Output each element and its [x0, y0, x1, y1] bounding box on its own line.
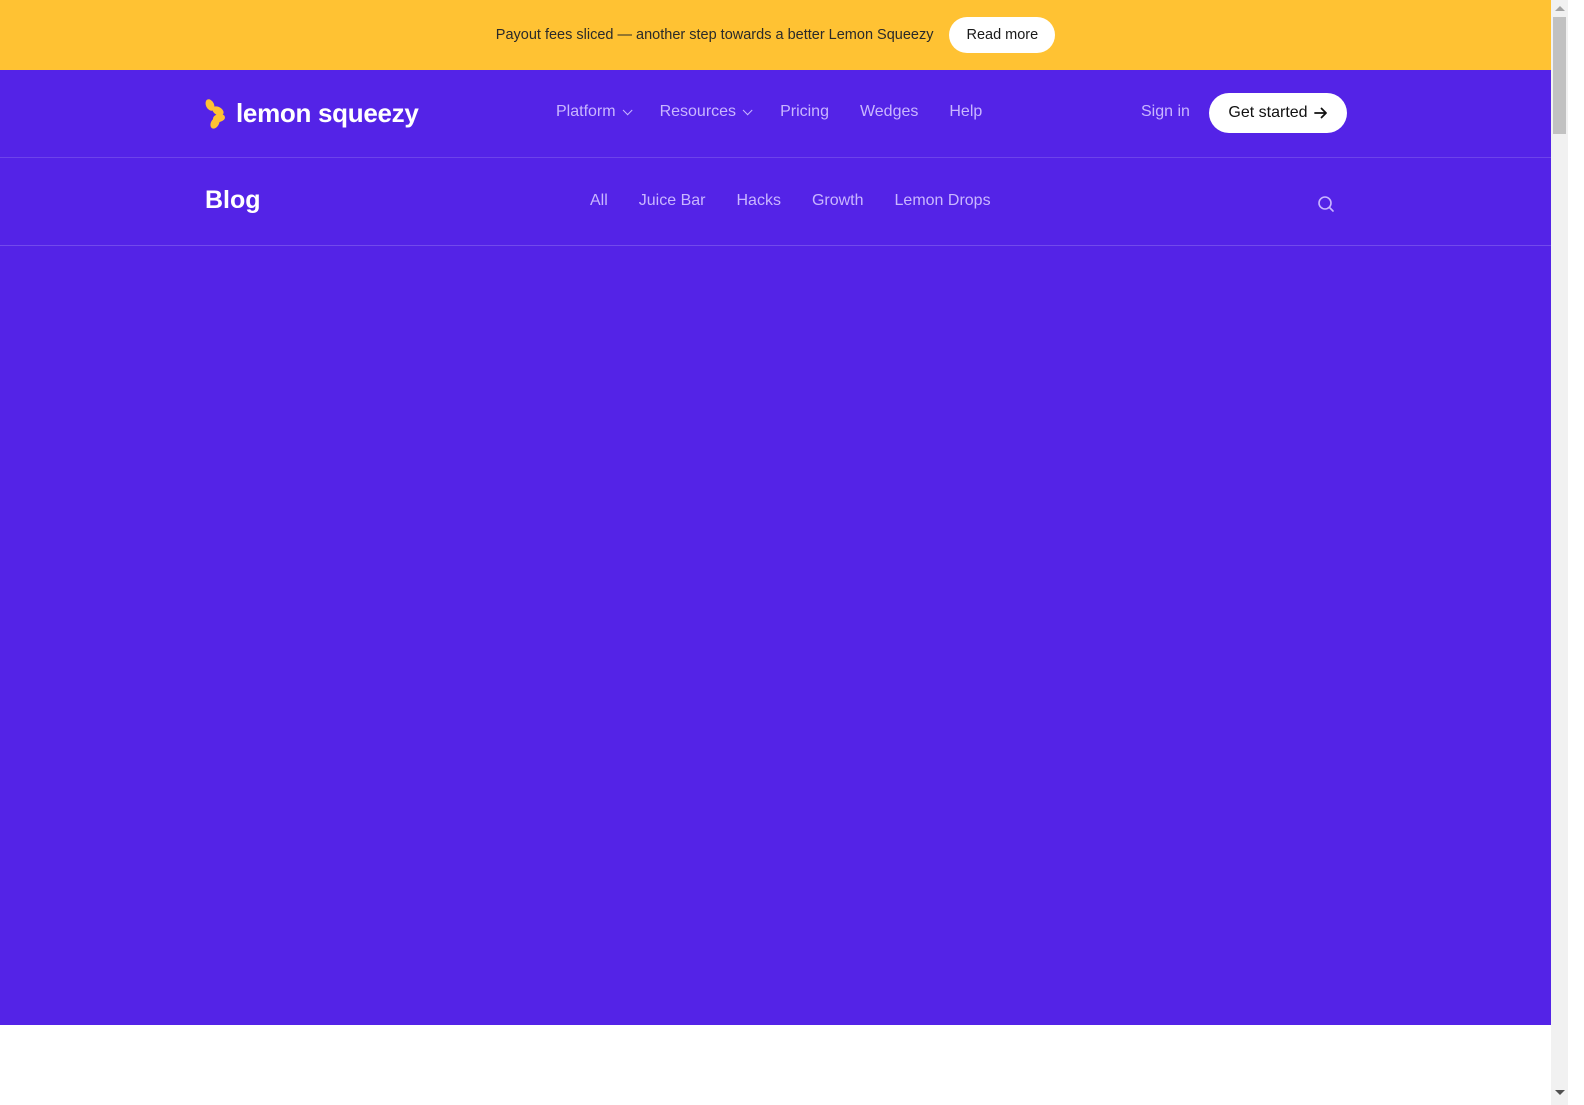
nav-label: Platform — [556, 103, 616, 120]
chevron-down-icon — [742, 104, 753, 115]
category-growth[interactable]: Growth — [812, 192, 864, 210]
nav-platform[interactable]: Platform — [556, 103, 633, 121]
nav-label: Resources — [659, 103, 737, 120]
category-hacks[interactable]: Hacks — [736, 192, 780, 210]
category-lemon-drops[interactable]: Lemon Drops — [895, 192, 991, 210]
scrollbar[interactable] — [1551, 0, 1568, 1105]
scroll-up-arrow-icon[interactable] — [1555, 6, 1565, 11]
scrollbar-thumb[interactable] — [1553, 17, 1566, 134]
get-started-button[interactable]: Get started — [1209, 93, 1347, 133]
hero-section: lemon squeezy Platform Resources Pricing… — [0, 70, 1551, 1025]
nav-resources[interactable]: Resources — [659, 103, 753, 121]
announcement-banner: Payout fees sliced — another step toward… — [0, 0, 1551, 70]
banner-text: Payout fees sliced — another step toward… — [495, 27, 934, 43]
top-navigation: lemon squeezy Platform Resources Pricing… — [0, 70, 1551, 158]
nav-help[interactable]: Help — [949, 103, 982, 121]
read-more-button[interactable]: Read more — [949, 17, 1056, 53]
nav-wedges[interactable]: Wedges — [860, 103, 918, 121]
nav-pricing[interactable]: Pricing — [780, 103, 829, 121]
scroll-down-arrow-icon[interactable] — [1555, 1090, 1565, 1095]
category-juice-bar[interactable]: Juice Bar — [639, 192, 706, 210]
logo-text: lemon squeezy — [236, 98, 419, 128]
lemon-logo-icon — [205, 98, 225, 129]
blog-categories: All Juice Bar Hacks Growth Lemon Drops — [590, 192, 991, 210]
get-started-label: Get started — [1228, 104, 1308, 121]
arrow-right-icon — [1313, 107, 1327, 119]
chevron-down-icon — [622, 104, 633, 115]
logo-link[interactable]: lemon squeezy — [205, 98, 419, 129]
category-all[interactable]: All — [590, 192, 608, 210]
blog-navigation: Blog All Juice Bar Hacks Growth Lemon Dr… — [0, 158, 1551, 246]
page-title: Blog — [205, 186, 261, 214]
search-icon[interactable] — [1316, 194, 1336, 214]
main-nav: Platform Resources Pricing Wedges Help — [556, 103, 982, 121]
sign-in-link[interactable]: Sign in — [1141, 103, 1190, 121]
page: Payout fees sliced — another step toward… — [0, 0, 1551, 1105]
